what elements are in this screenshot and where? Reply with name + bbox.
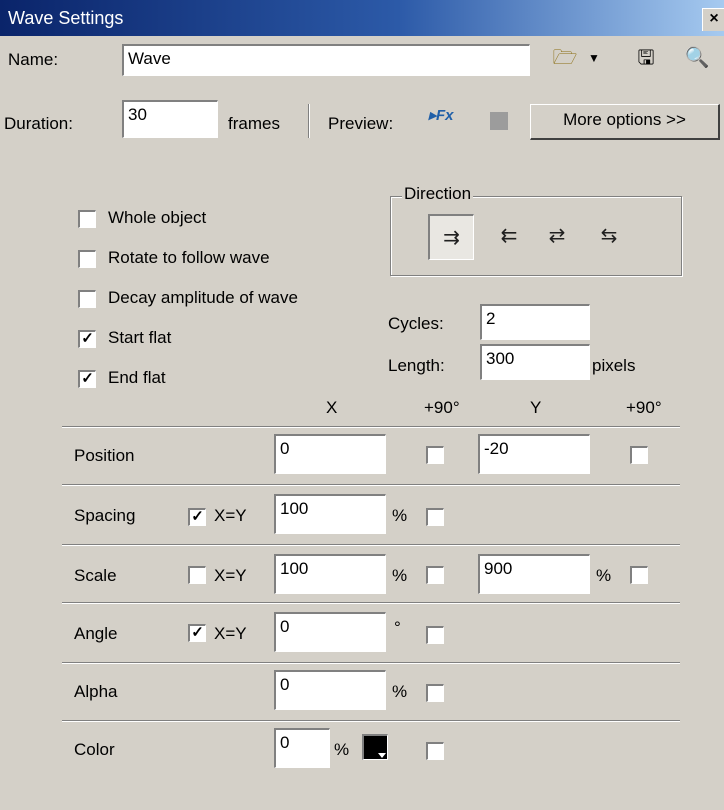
- title-bar[interactable]: Wave Settings ×: [0, 0, 724, 36]
- start-flat-label: Start flat: [108, 328, 172, 347]
- whole-object-label: Whole object: [108, 208, 207, 227]
- divider: [62, 484, 680, 486]
- position-label: Position: [74, 446, 135, 465]
- alpha-x-plus90-checkbox[interactable]: [426, 684, 444, 702]
- cycles-label: Cycles:: [388, 314, 444, 333]
- color-swatch[interactable]: [362, 734, 388, 760]
- wave-settings-window: Wave Settings × Name: Wave 🗁 ▼ 🖫 🔍 Durat…: [0, 0, 724, 810]
- divider: [62, 544, 680, 546]
- more-options-button[interactable]: More options >>: [530, 104, 720, 140]
- decay-amplitude-checkbox[interactable]: [78, 290, 96, 308]
- scale-y-unit: %: [596, 566, 612, 585]
- frames-label: frames: [228, 114, 280, 133]
- name-label: Name:: [8, 50, 59, 69]
- spacing-link-checkbox[interactable]: ✓: [188, 508, 206, 526]
- scale-link-label: X=Y: [214, 566, 247, 585]
- duration-label: Duration:: [4, 114, 73, 133]
- close-button[interactable]: ×: [702, 8, 724, 31]
- chevron-down-icon[interactable]: ▼: [584, 46, 604, 70]
- duration-input[interactable]: 30: [122, 100, 218, 138]
- end-flat-checkbox[interactable]: ✓: [78, 370, 96, 388]
- scale-x-plus90-checkbox[interactable]: [426, 566, 444, 584]
- alpha-x-input[interactable]: 0: [274, 670, 386, 710]
- header-divider: [308, 104, 310, 138]
- angle-link-label: X=Y: [214, 624, 247, 643]
- divider: [62, 426, 680, 428]
- divider: [62, 662, 680, 664]
- angle-x-plus90-checkbox[interactable]: [426, 626, 444, 644]
- search-icon[interactable]: 🔍: [682, 46, 712, 70]
- divider: [62, 720, 680, 722]
- direction-right-button[interactable]: ⇉: [428, 214, 474, 260]
- decay-amplitude-label: Decay amplitude of wave: [108, 288, 298, 307]
- rotate-to-follow-label: Rotate to follow wave: [108, 248, 270, 267]
- column-x-header: X: [326, 398, 338, 417]
- direction-outward-button[interactable]: ⇆: [586, 214, 632, 260]
- scale-y-plus90-checkbox[interactable]: [630, 566, 648, 584]
- spacing-x-input[interactable]: 100: [274, 494, 386, 534]
- column-x-plus90-header: +90°: [424, 398, 460, 417]
- alpha-unit: %: [392, 682, 408, 701]
- color-label: Color: [74, 740, 115, 759]
- spacing-link-label: X=Y: [214, 506, 247, 525]
- color-unit: %: [334, 740, 350, 759]
- angle-label: Angle: [74, 624, 118, 643]
- spacing-x-plus90-checkbox[interactable]: [426, 508, 444, 526]
- angle-link-checkbox[interactable]: ✓: [188, 624, 206, 642]
- rotate-to-follow-checkbox[interactable]: [78, 250, 96, 268]
- divider: [62, 602, 680, 604]
- scale-x-input[interactable]: 100: [274, 554, 386, 594]
- color-alpha-input[interactable]: 0: [274, 728, 330, 768]
- cycles-input[interactable]: 2: [480, 304, 590, 340]
- length-input[interactable]: 300: [480, 344, 590, 380]
- column-y-header: Y: [530, 398, 542, 417]
- open-folder-icon[interactable]: 🗁: [550, 46, 580, 70]
- scale-label: Scale: [74, 566, 117, 585]
- scale-link-checkbox[interactable]: [188, 566, 206, 584]
- spacing-unit: %: [392, 506, 408, 525]
- length-unit: pixels: [592, 356, 636, 375]
- color-plus90-checkbox[interactable]: [426, 742, 444, 760]
- name-input[interactable]: Wave: [122, 44, 530, 76]
- play-fx-icon[interactable]: ▸Fx: [424, 104, 458, 128]
- position-x-input[interactable]: 0: [274, 434, 386, 474]
- alpha-label: Alpha: [74, 682, 118, 701]
- save-disk-icon[interactable]: 🖫: [632, 46, 660, 70]
- position-y-input[interactable]: -20: [478, 434, 590, 474]
- position-y-plus90-checkbox[interactable]: [630, 446, 648, 464]
- spacing-label: Spacing: [74, 506, 136, 525]
- direction-left-button[interactable]: ⇇: [486, 214, 532, 260]
- column-y-plus90-header: +90°: [626, 398, 662, 417]
- start-flat-checkbox[interactable]: ✓: [78, 330, 96, 348]
- scale-x-unit: %: [392, 566, 408, 585]
- preview-label: Preview:: [328, 114, 394, 133]
- window-title: Wave Settings: [8, 8, 124, 28]
- direction-inward-button[interactable]: ⇄: [534, 214, 580, 260]
- angle-x-input[interactable]: 0: [274, 612, 386, 652]
- position-x-plus90-checkbox[interactable]: [426, 446, 444, 464]
- length-label: Length:: [388, 356, 445, 375]
- direction-label: Direction: [402, 184, 474, 204]
- stop-icon[interactable]: [490, 112, 508, 130]
- swatch-dropdown-icon: [378, 753, 386, 758]
- scale-y-input[interactable]: 900: [478, 554, 590, 594]
- end-flat-label: End flat: [108, 368, 166, 387]
- angle-unit: °: [394, 618, 401, 637]
- whole-object-checkbox[interactable]: [78, 210, 96, 228]
